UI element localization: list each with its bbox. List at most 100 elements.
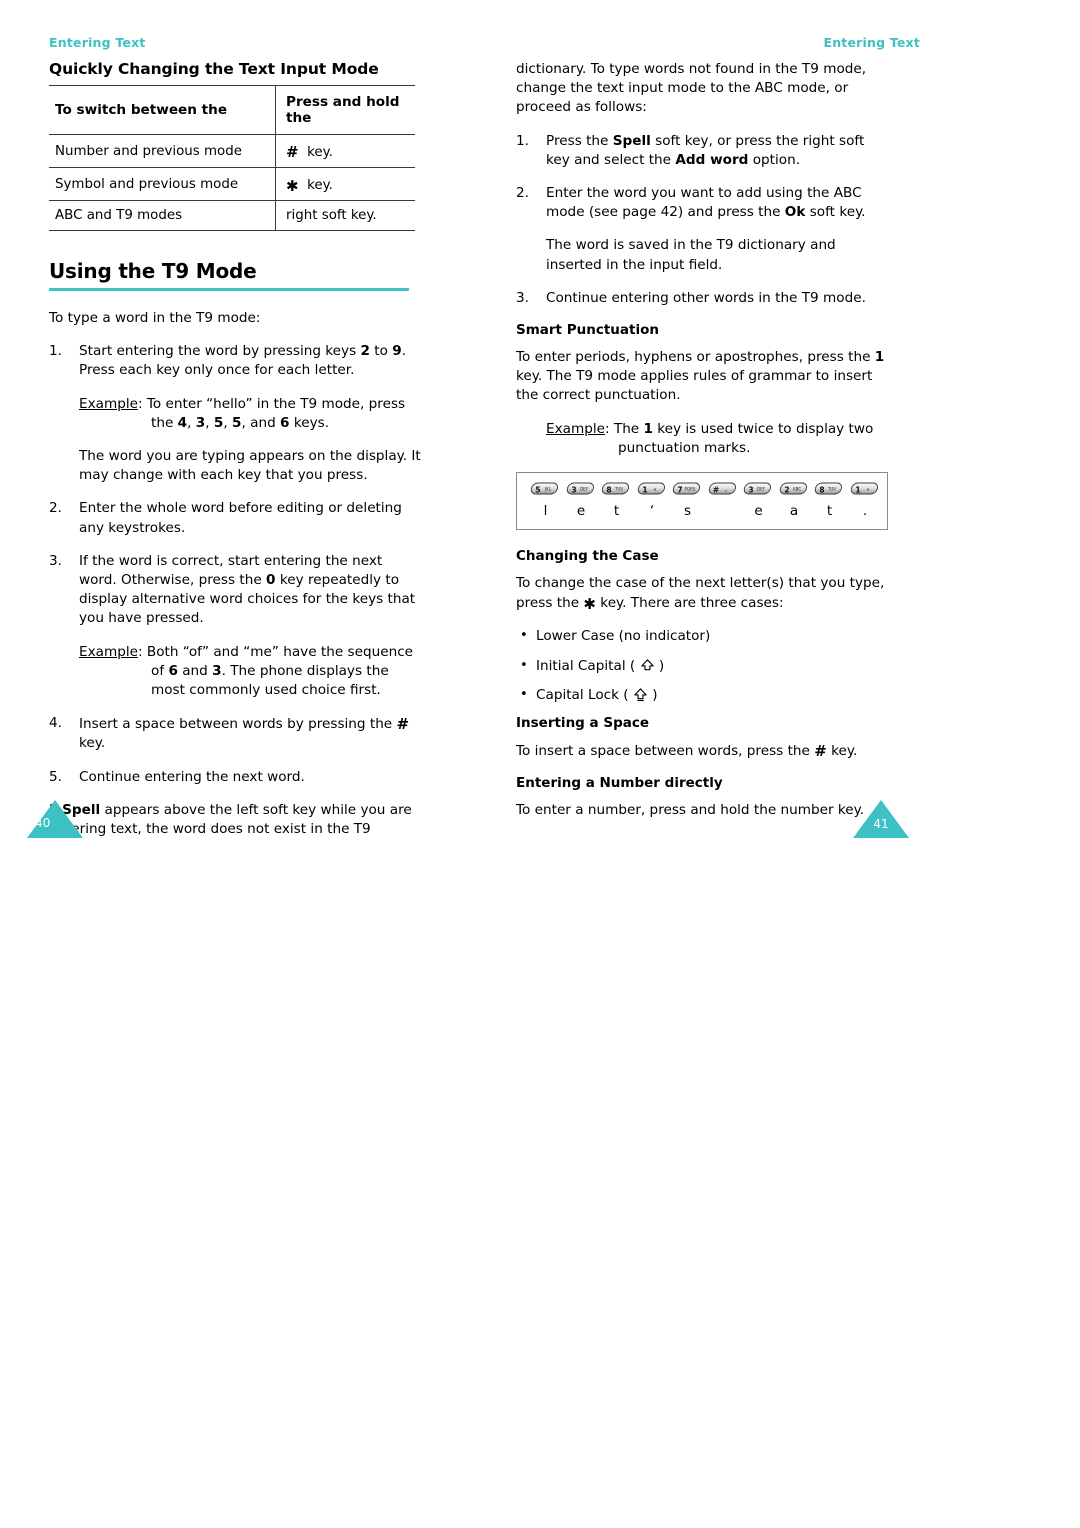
list-item: 5. Continue entering the next word. bbox=[49, 768, 424, 787]
list-item: • Capital Lock ( ) bbox=[516, 686, 891, 705]
emphasis-text: Spell bbox=[612, 132, 651, 149]
table-row: Number and previous mode # key. bbox=[49, 134, 415, 168]
smart-punctuation-paragraph: To enter periods, hyphens or apostrophes… bbox=[516, 348, 891, 406]
table-column-header: To switch between the bbox=[49, 85, 276, 135]
text-run: key. There are three cases: bbox=[595, 595, 784, 612]
list-item: 1. Press the Spell soft key, or press the… bbox=[516, 132, 891, 170]
keypad-result-letter: e bbox=[754, 503, 763, 520]
table-cell-mode: Number and previous mode bbox=[49, 134, 276, 168]
subheading-inserting-a-space: Inserting a Space bbox=[516, 715, 650, 732]
text-run: Enter the whole word before editing or d… bbox=[79, 500, 402, 536]
text-run: , bbox=[223, 414, 233, 431]
inserting-space-paragraph: To insert a space between words, press t… bbox=[516, 741, 891, 761]
svg-text:1: 1 bbox=[855, 486, 860, 495]
keypad-letter-row: l e t ‘ s e a t. bbox=[517, 501, 889, 525]
keypad-key-icon: 8 TUV bbox=[600, 481, 633, 496]
list-item-text-tail: ) bbox=[654, 657, 665, 674]
chapter-heading-rule bbox=[49, 288, 409, 291]
svg-text:JKL: JKL bbox=[544, 487, 552, 492]
emphasis-text: 2 bbox=[360, 343, 370, 360]
table-cell-key: ✱ key. bbox=[275, 167, 415, 201]
emphasis-text: Ok bbox=[784, 204, 806, 221]
entering-number-paragraph: To enter a number, press and hold the nu… bbox=[516, 802, 865, 819]
step-follow-up-text: The word is saved in the T9 dictionary a… bbox=[546, 237, 836, 273]
star-key-icon: ✱ bbox=[286, 177, 299, 195]
t9-steps-list: 1. Start entering the word by pressing ke… bbox=[49, 342, 424, 787]
keypad-key-icon: 1 ⌀ bbox=[636, 481, 669, 496]
shift-lock-icon bbox=[633, 687, 648, 702]
keypad-key-icon: # ␣ bbox=[707, 481, 740, 496]
list-item-text: Insert a space between words by pressing… bbox=[79, 715, 409, 751]
subheading-smart-punctuation: Smart Punctuation bbox=[516, 322, 659, 339]
right-page-column: dictionary. To type words not found in t… bbox=[516, 60, 891, 834]
list-item-number: 1. bbox=[516, 132, 529, 149]
table-column-header: Press and hold the bbox=[275, 85, 415, 135]
text-run: Insert a space between words by pressing… bbox=[79, 716, 397, 733]
keypad-key-icon: 3 DEF bbox=[565, 481, 598, 496]
list-item-text: Initial Capital ( bbox=[536, 657, 640, 674]
page-number-right: 41 bbox=[873, 817, 889, 831]
emphasis-text: 3 bbox=[212, 662, 222, 679]
example-block: Example: Both “of” and “me” have the seq… bbox=[49, 643, 424, 701]
list-item: 2. Enter the word you want to add using t… bbox=[516, 184, 891, 222]
page-number-left: 40 bbox=[35, 816, 51, 830]
text-run: , bbox=[205, 414, 214, 431]
list-item: 3. If the word is correct, start entering… bbox=[49, 552, 424, 629]
bullet-icon: • bbox=[520, 657, 528, 673]
emphasis-text: 6 bbox=[280, 414, 290, 431]
bullet-icon: • bbox=[520, 686, 528, 702]
list-item-text-tail: ) bbox=[647, 686, 658, 703]
table-header-row: To switch between the Press and hold the bbox=[49, 85, 415, 135]
text-run: to bbox=[369, 343, 393, 360]
list-item-text: Continue entering the next word. bbox=[79, 769, 305, 785]
running-head-right: Entering Text bbox=[823, 35, 920, 50]
svg-text:DEF: DEF bbox=[757, 487, 766, 492]
keypad-key-icon: 3 DEF bbox=[742, 481, 775, 496]
table-row: Symbol and previous mode ✱ key. bbox=[49, 167, 415, 201]
keypad-result-letter: s bbox=[683, 503, 692, 520]
table-cell-mode: Symbol and previous mode bbox=[49, 167, 276, 201]
text-run: , bbox=[187, 414, 196, 431]
svg-text:␣: ␣ bbox=[724, 487, 727, 492]
spell-closing-paragraph: If Spell appears above the left soft key… bbox=[49, 801, 424, 839]
emphasis-text: 6 bbox=[168, 662, 178, 679]
list-item: 4. Insert a space between words by pressi… bbox=[49, 714, 424, 753]
text-run: To enter periods, hyphens or apostrophes… bbox=[516, 349, 875, 366]
keypad-result-letter: e bbox=[576, 503, 586, 520]
svg-text:8: 8 bbox=[819, 486, 824, 495]
shift-arrow-icon bbox=[640, 658, 655, 673]
hash-key-icon: # bbox=[286, 143, 299, 161]
star-key-icon: ✱ bbox=[583, 595, 596, 614]
table-cell-mode: ABC and T9 modes bbox=[49, 200, 276, 231]
list-item-text: If the word is correct, start entering t… bbox=[79, 553, 415, 627]
svg-text:3: 3 bbox=[571, 486, 576, 495]
step-follow-up-text: The word you are typing appears on the d… bbox=[79, 448, 421, 484]
emphasis-text: 1 bbox=[643, 420, 653, 437]
example-label: Example bbox=[79, 643, 138, 660]
text-run: and bbox=[177, 662, 213, 679]
text-run: Continue entering other words in the T9 … bbox=[546, 289, 866, 306]
emphasis-text: 0 bbox=[266, 572, 276, 589]
left-page-column: Quickly Changing the Text Input Mode To … bbox=[49, 60, 424, 853]
list-item-text: Enter the whole word before editing or d… bbox=[79, 500, 402, 535]
list-item-number: 1. bbox=[49, 343, 62, 360]
keypad-key-icon: 7 PQRS bbox=[671, 481, 704, 496]
text-input-mode-table: To switch between the Press and hold the N… bbox=[49, 85, 415, 231]
example-body: Example: Both “of” and “me” have the seq… bbox=[79, 643, 424, 701]
svg-text:2: 2 bbox=[784, 486, 789, 495]
keypad-key-icon: 8 TUV bbox=[813, 481, 846, 496]
chapter-heading-using-t9: Using the T9 Mode bbox=[49, 259, 257, 283]
list-item-number: 5. bbox=[49, 768, 62, 785]
emphasis-text: 3 bbox=[195, 414, 206, 431]
text-run: Start entering the word by pressing keys bbox=[79, 343, 361, 360]
emphasis-text: 5 bbox=[213, 414, 224, 431]
text-run: key. bbox=[826, 743, 858, 760]
list-item-number: 2. bbox=[516, 185, 529, 202]
text-run: Continue entering the next word. bbox=[79, 768, 305, 785]
text-run: appears above the left soft key while yo… bbox=[49, 801, 412, 838]
subheading-changing-the-case: Changing the Case bbox=[516, 548, 659, 565]
keypad-key-icon: 1 ⌀ bbox=[849, 481, 882, 496]
list-item-text: Enter the word you want to add using the… bbox=[546, 185, 866, 220]
svg-text:1: 1 bbox=[642, 486, 647, 495]
example-label: Example bbox=[546, 420, 605, 437]
